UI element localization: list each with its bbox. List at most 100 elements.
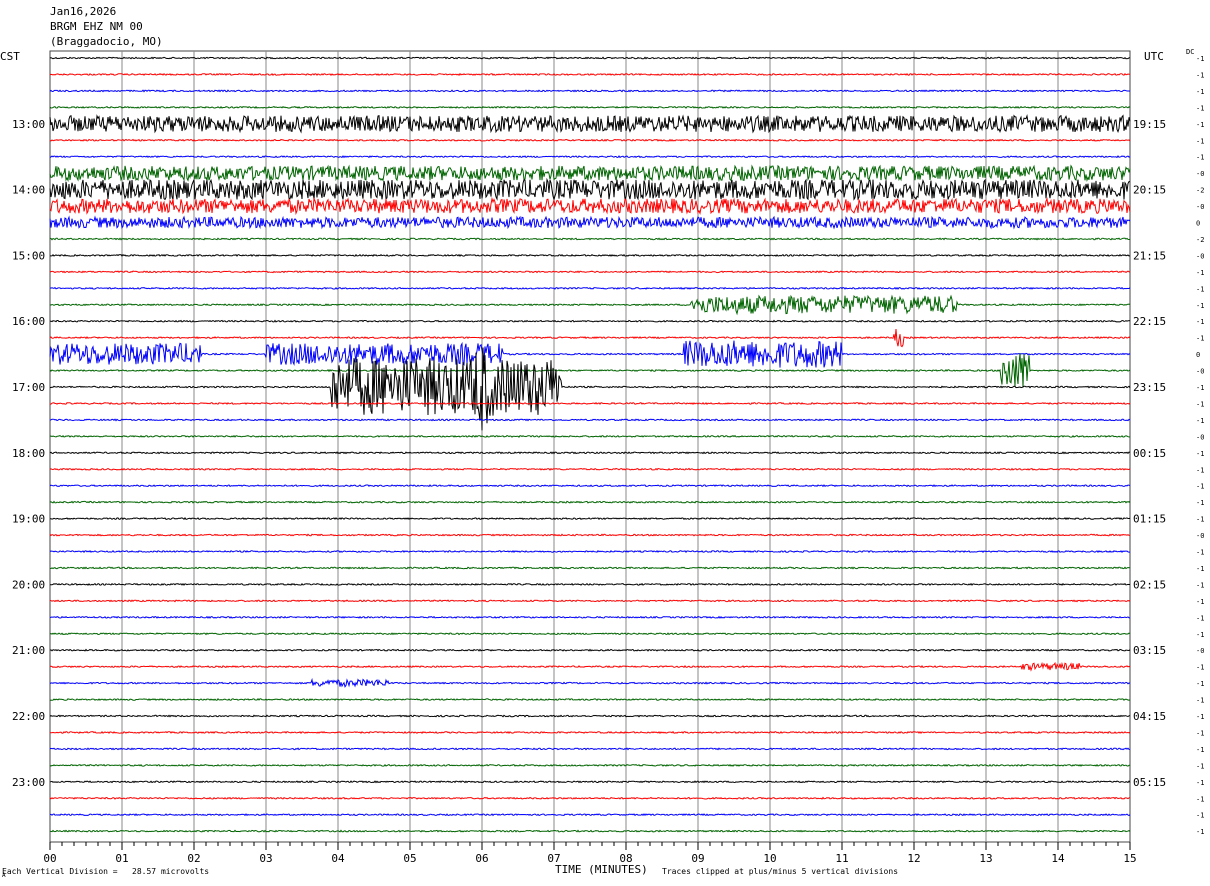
seismic-trace — [49, 215, 1131, 230]
right-hour-label: 00:15 — [1133, 447, 1166, 460]
seismic-trace — [49, 500, 1131, 504]
seismic-trace — [50, 253, 1131, 257]
x-tick-label: 04 — [331, 852, 345, 865]
x-tick-label: 09 — [691, 852, 704, 865]
vertical-division-note: Each Vertical Division = 28.57 microvolt… — [2, 867, 210, 876]
seismic-trace — [49, 177, 1130, 202]
dc-offset-label: -1 — [1196, 729, 1204, 737]
seismic-trace — [49, 467, 1131, 471]
dc-offset-label: -1 — [1196, 762, 1204, 770]
right-hour-label: 22:15 — [1133, 315, 1166, 328]
seismic-trace — [49, 533, 1131, 537]
seismic-trace — [49, 566, 1130, 570]
dc-offset-label: -1 — [1196, 483, 1204, 491]
seismic-trace — [49, 72, 1131, 76]
dc-offset-label: -0 — [1196, 532, 1204, 540]
seismic-trace — [49, 763, 1131, 767]
right-hour-label: 01:15 — [1133, 513, 1166, 526]
x-tick-label: 11 — [835, 852, 848, 865]
seismic-trace — [49, 114, 1131, 134]
seismic-trace — [49, 796, 1131, 800]
seismic-trace — [49, 347, 1131, 431]
dc-offset-label: -1 — [1196, 302, 1204, 310]
seismic-trace — [49, 813, 1131, 817]
dc-offset-label: -1 — [1196, 828, 1204, 836]
dc-offset-label: 0 — [1196, 351, 1200, 359]
dc-offset-label: -0 — [1196, 203, 1204, 211]
seismic-trace — [49, 164, 1131, 183]
dc-offset-label: -0 — [1196, 368, 1204, 376]
left-hour-label: 16:00 — [12, 315, 45, 328]
seismic-trace — [49, 780, 1131, 784]
seismic-trace — [49, 661, 1131, 672]
left-hour-label: 18:00 — [12, 447, 45, 460]
seismic-trace — [49, 451, 1131, 455]
right-hour-label: 03:15 — [1133, 644, 1166, 657]
dc-offset-label: -1 — [1196, 680, 1204, 688]
dc-offset-label: -1 — [1196, 285, 1204, 293]
seismic-trace — [49, 138, 1131, 142]
x-axis-label: TIME (MINUTES) — [555, 863, 648, 876]
seismic-trace — [49, 434, 1131, 438]
helicorder-plot: -1 -1 -1 -1 -1 -1 -1 -0 -2 -0 0 -2 -0 -1 -1 -1 -1 -1 0 -0 -1… — [2, 50, 1204, 879]
dc-offset-label: -1 — [1196, 466, 1204, 474]
x-tick-label: 01 — [115, 852, 128, 865]
seismic-trace — [49, 698, 1131, 702]
dc-offset-label: -0 — [1196, 170, 1204, 178]
left-hour-label: 20:00 — [12, 578, 45, 591]
clipping-note: Traces clipped at plus/minus 5 vertical … — [662, 867, 899, 876]
dc-offset-label: -1 — [1196, 795, 1204, 803]
seismic-trace — [49, 484, 1131, 488]
dc-offset-label: -1 — [1196, 154, 1204, 162]
seismic-trace — [49, 270, 1131, 274]
dc-offset-label: -1 — [1196, 335, 1204, 343]
seismic-trace — [49, 829, 1131, 833]
seismic-trace — [49, 418, 1131, 422]
seismic-trace — [49, 328, 1131, 348]
seismic-trace — [49, 747, 1130, 751]
right-hour-label: 23:15 — [1133, 381, 1166, 394]
left-hour-label: 23:00 — [12, 776, 45, 789]
x-tick-label: 02 — [187, 852, 200, 865]
right-hour-label: 20:15 — [1133, 184, 1166, 197]
seismic-trace — [49, 714, 1131, 718]
dc-offset-label: -1 — [1196, 121, 1204, 129]
right-hour-label: 02:15 — [1133, 578, 1166, 591]
x-tick-label: 14 — [1051, 852, 1065, 865]
seismic-trace — [49, 353, 1131, 388]
seismic-trace — [49, 730, 1131, 735]
x-tick-label: 15 — [1123, 852, 1136, 865]
plot-frame — [49, 50, 1131, 843]
dc-offset-label: -1 — [1196, 516, 1204, 524]
seismic-trace — [49, 56, 1131, 60]
left-hour-label: 15:00 — [12, 249, 45, 262]
right-hour-label: 19:15 — [1133, 118, 1166, 131]
seismic-trace — [49, 401, 1131, 406]
x-tick-label: 06 — [475, 852, 488, 865]
left-hour-label: 13:00 — [12, 118, 45, 131]
x-tick-label: 00 — [43, 852, 56, 865]
x-tick-label: 03 — [259, 852, 272, 865]
dc-offset-label: -1 — [1196, 549, 1204, 557]
dc-offset-label: -2 — [1196, 236, 1204, 244]
dc-offset-label: -1 — [1196, 318, 1204, 326]
dc-offset-label: -0 — [1196, 433, 1204, 441]
seismic-trace — [49, 319, 1131, 323]
seismic-trace — [49, 599, 1131, 603]
dc-offset-label: -1 — [1196, 137, 1204, 145]
left-hour-label: 19:00 — [12, 513, 45, 526]
dc-offset-label: -1 — [1196, 779, 1204, 787]
dc-offset-label: -1 — [1196, 614, 1204, 622]
dc-offset-label: -1 — [1196, 88, 1204, 96]
seismic-trace — [49, 517, 1131, 521]
seismic-trace — [49, 615, 1131, 619]
dc-offset-label: -1 — [1196, 697, 1204, 705]
dc-offset-label: -1 — [1196, 746, 1204, 754]
x-tick-label: 13 — [979, 852, 992, 865]
dc-offset-label: -1 — [1196, 713, 1204, 721]
left-hour-label: 14:00 — [12, 184, 45, 197]
seismic-trace — [49, 105, 1131, 109]
seismic-trace — [49, 549, 1130, 554]
seismic-trace — [49, 286, 1131, 290]
seismic-trace — [49, 237, 1131, 241]
